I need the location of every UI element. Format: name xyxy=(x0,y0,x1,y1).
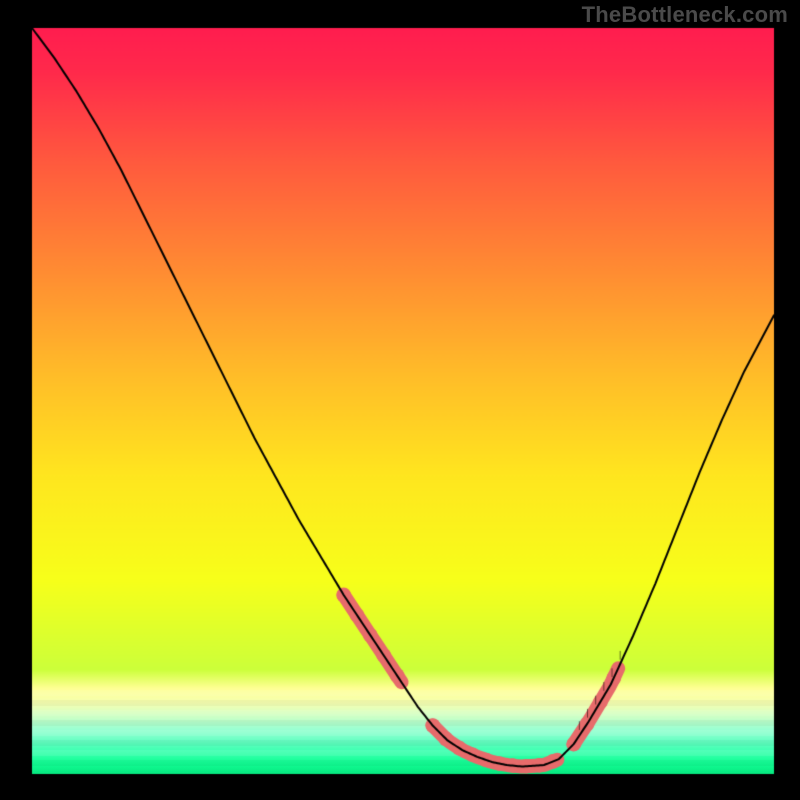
chart-container: TheBottleneck.com xyxy=(0,0,800,800)
watermark-text: TheBottleneck.com xyxy=(582,2,788,28)
bottleneck-chart-canvas xyxy=(0,0,800,800)
